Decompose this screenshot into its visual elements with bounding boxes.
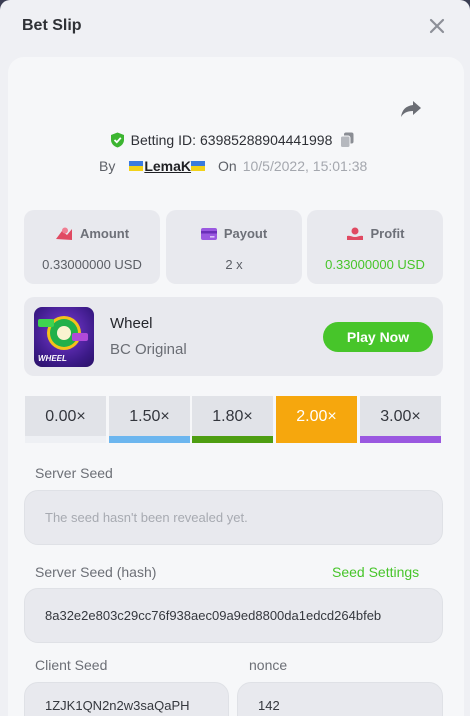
multiplier-tab[interactable]: 1.50× — [109, 396, 190, 443]
ukraine-flag-icon — [191, 161, 206, 171]
profit-card: Profit 0.33000000 USD — [307, 210, 443, 284]
multiplier-label: 0.00× — [45, 408, 86, 425]
nonce-field[interactable]: 142 — [237, 682, 443, 716]
multiplier-color-bar — [192, 436, 273, 443]
bet-slip-modal: Bet Slip Betting ID: 639852889044419​98 … — [0, 0, 470, 716]
server-seed-hash-field[interactable]: 8a32e2e803c29cc76f938aec09a9ed8800da1edc… — [24, 588, 443, 643]
share-icon[interactable] — [400, 99, 422, 119]
game-card: WHEEL Wheel BC Original Play Now — [24, 297, 443, 376]
betting-id-row: Betting ID: 639852889044419​98 — [0, 130, 470, 150]
server-seed-hash-value: 8a32e2e803c29cc76f938aec09a9ed8800da1edc… — [45, 608, 382, 623]
server-seed-field[interactable]: The seed hasn't been revealed yet. — [24, 490, 443, 545]
ukraine-flag-icon — [129, 161, 144, 171]
client-seed-label: Client Seed — [35, 657, 108, 673]
profit-label: Profit — [370, 226, 405, 241]
bet-datetime: 10/5/2022, 15:01:38 — [242, 158, 368, 174]
thumbnail-caption: WHEEL — [38, 354, 67, 363]
multiplier-tab[interactable]: 2.00× — [276, 396, 357, 443]
multiplier-tab[interactable]: 3.00× — [360, 396, 441, 443]
game-provider: BC Original — [110, 341, 187, 358]
multiplier-color-bar — [360, 436, 441, 443]
wheel-game-thumbnail[interactable]: WHEEL — [34, 307, 94, 367]
play-now-button[interactable]: Play Now — [323, 322, 433, 352]
server-seed-hash-label: Server Seed (hash) — [35, 564, 157, 580]
by-label: By — [99, 158, 116, 174]
modal-header: Bet Slip — [0, 0, 470, 56]
payout-label: Payout — [223, 226, 268, 241]
multiplier-color-bar — [109, 436, 190, 443]
client-seed-field[interactable]: 1ZJK1QN2n2w3saQaPH — [24, 682, 229, 716]
amount-value: 0.33000000 USD — [42, 257, 142, 272]
card-payout-icon — [200, 227, 217, 240]
multiplier-tab[interactable]: 0.00× — [25, 396, 106, 443]
bet-meta-row: By LemaK On 10/5/2022, 15:01:38 — [99, 156, 367, 176]
profit-value: 0.33000000 USD — [325, 257, 425, 272]
game-name: Wheel — [110, 315, 153, 332]
nonce-label: nonce — [249, 657, 288, 673]
multiplier-label: 2.00× — [296, 408, 337, 425]
profit-icon — [346, 227, 363, 240]
multiplier-color-bar — [25, 436, 106, 443]
nonce-value: 142 — [258, 698, 280, 713]
on-label: On — [218, 158, 237, 174]
betting-id-value: 639852889044419​98 — [200, 132, 333, 148]
payout-value: 2 x — [225, 257, 243, 272]
server-seed-label: Server Seed — [35, 465, 113, 481]
username: LemaK — [144, 158, 192, 174]
betting-id-label: Betting ID: — [130, 132, 196, 148]
payout-card: Payout 2 x — [166, 210, 302, 284]
close-icon[interactable] — [428, 17, 446, 35]
multiplier-label: 1.80× — [212, 408, 253, 425]
username-link[interactable]: LemaK — [129, 158, 206, 174]
client-seed-value: 1ZJK1QN2n2w3saQaPH — [45, 698, 190, 713]
multiplier-label: 1.50× — [129, 408, 170, 425]
amount-label: Amount — [79, 226, 130, 241]
copy-icon[interactable] — [340, 132, 354, 148]
multiplier-label: 3.00× — [380, 408, 421, 425]
amount-card: Amount 0.33000000 USD — [24, 210, 160, 284]
shield-check-icon — [110, 132, 124, 148]
server-seed-placeholder: The seed hasn't been revealed yet. — [45, 510, 248, 525]
modal-title: Bet Slip — [22, 17, 82, 34]
amount-icon — [55, 227, 72, 240]
seed-settings-link[interactable]: Seed Settings — [332, 564, 419, 580]
multiplier-tab[interactable]: 1.80× — [192, 396, 273, 443]
